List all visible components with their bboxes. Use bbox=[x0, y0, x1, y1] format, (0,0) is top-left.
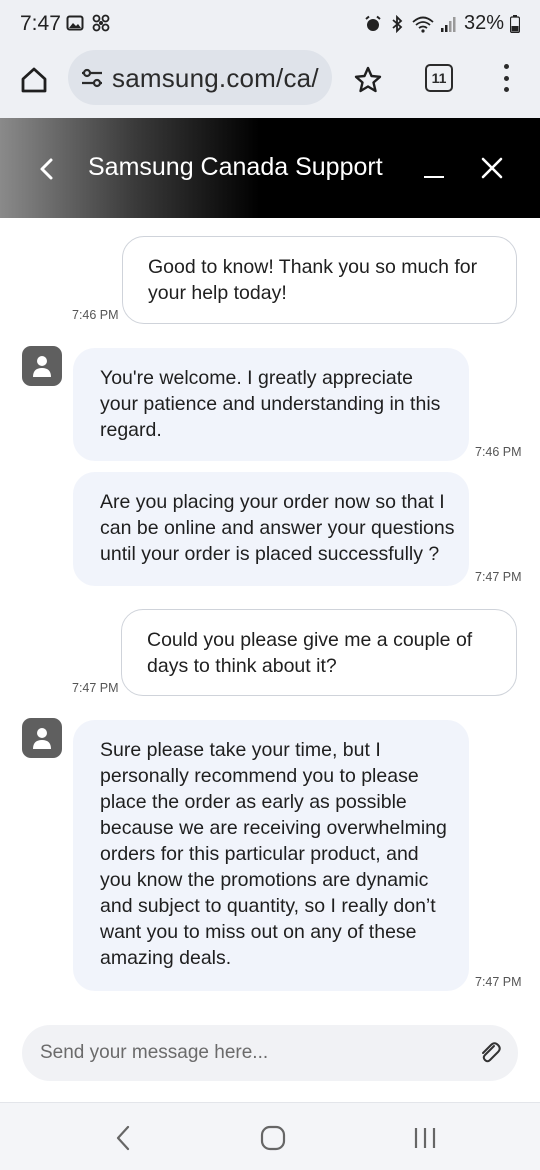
nav-recents-button[interactable] bbox=[410, 1123, 440, 1153]
recents-icon bbox=[414, 1128, 436, 1148]
message-line: days to think about it? bbox=[147, 655, 337, 677]
wifi-6e-icon bbox=[412, 16, 434, 33]
message-line: personally recommend you to please bbox=[100, 765, 419, 787]
menu-dot bbox=[503, 64, 509, 69]
message-line: You're welcome. I greatly appreciate bbox=[100, 367, 414, 389]
gallery-icon bbox=[66, 15, 84, 31]
status-time: 7:47 bbox=[20, 12, 61, 35]
star-icon bbox=[354, 66, 382, 93]
message-input[interactable] bbox=[40, 1039, 460, 1067]
menu-dot bbox=[503, 87, 509, 92]
menu-dot bbox=[503, 75, 509, 81]
message-line: amazing deals. bbox=[100, 947, 232, 969]
agent-avatar bbox=[22, 718, 62, 758]
minimize-icon[interactable] bbox=[424, 176, 444, 178]
message-timestamp: 7:47 PM bbox=[475, 570, 522, 584]
chat-header: Samsung Canada Support bbox=[0, 118, 540, 218]
message-line: your patience and understanding in this bbox=[100, 393, 441, 415]
battery-percent: 32% bbox=[463, 12, 504, 34]
message-line: until your order is placed successfully … bbox=[100, 543, 440, 565]
message-line: your help today! bbox=[148, 282, 287, 304]
message-list[interactable]: Good to know! Thank you so much for your… bbox=[0, 218, 540, 1098]
message-line: Good to know! Thank you so much for bbox=[148, 256, 478, 278]
message-line: Could you please give me a couple of bbox=[147, 629, 473, 651]
chevron-left-icon bbox=[116, 1125, 130, 1151]
message-line: Sure please take your time, but I bbox=[100, 739, 381, 761]
person-icon bbox=[33, 356, 51, 377]
bluetooth-icon bbox=[392, 14, 403, 33]
alarm-icon bbox=[365, 15, 381, 31]
chevron-left-icon[interactable] bbox=[32, 154, 62, 184]
nav-home-button[interactable] bbox=[258, 1123, 288, 1153]
message-timestamp: 7:46 PM bbox=[72, 308, 119, 322]
message-composer bbox=[22, 1025, 518, 1081]
agent-message: You're welcome. I greatly appreciate you… bbox=[73, 348, 469, 461]
nav-back-button[interactable] bbox=[108, 1123, 138, 1153]
battery-icon bbox=[510, 14, 520, 33]
status-bar: 7:47 32% bbox=[0, 0, 540, 50]
more-vert-icon[interactable] bbox=[492, 62, 520, 94]
message-line: want you to miss out on any of these bbox=[100, 921, 417, 943]
close-icon[interactable] bbox=[478, 154, 506, 182]
bookmark-button[interactable] bbox=[352, 64, 384, 96]
user-message: Good to know! Thank you so much for your… bbox=[122, 236, 517, 324]
fan-icon bbox=[92, 14, 110, 32]
agent-avatar bbox=[22, 346, 62, 386]
signal-icon bbox=[440, 16, 456, 32]
browser-toolbar: samsung.com/ca/ 11 bbox=[0, 50, 540, 118]
message-timestamp: 7:46 PM bbox=[475, 445, 522, 459]
site-settings-icon[interactable] bbox=[80, 67, 104, 89]
agent-message: Sure please take your time, but I person… bbox=[73, 720, 469, 991]
address-bar[interactable]: samsung.com/ca/ bbox=[68, 50, 332, 105]
message-line: regard. bbox=[100, 419, 162, 441]
home-button[interactable] bbox=[16, 62, 52, 98]
message-line: you know the promotions are dynamic bbox=[100, 869, 429, 891]
agent-message: Are you placing your order now so that I… bbox=[73, 472, 469, 586]
home-icon bbox=[21, 67, 47, 93]
home-circle-icon bbox=[260, 1125, 286, 1151]
system-nav-bar bbox=[0, 1102, 540, 1170]
user-message: Could you please give me a couple of day… bbox=[121, 609, 517, 696]
url-text[interactable]: samsung.com/ca/ bbox=[112, 63, 319, 94]
paperclip-icon[interactable] bbox=[476, 1039, 504, 1067]
chat-title: Samsung Canada Support bbox=[88, 153, 383, 181]
message-line: orders for this particular product, and bbox=[100, 843, 419, 865]
message-line: and subject to quantity, so I really don… bbox=[100, 895, 436, 917]
message-timestamp: 7:47 PM bbox=[475, 975, 522, 989]
message-line: can be online and answer your questions bbox=[100, 517, 455, 539]
message-line: Are you placing your order now so that I bbox=[100, 491, 445, 513]
person-icon bbox=[33, 728, 51, 749]
message-timestamp: 7:47 PM bbox=[72, 681, 119, 695]
message-line: because we are receiving overwhelming bbox=[100, 817, 447, 839]
message-line: place the order as early as possible bbox=[100, 791, 407, 813]
tab-switcher-button[interactable]: 11 bbox=[425, 64, 453, 92]
